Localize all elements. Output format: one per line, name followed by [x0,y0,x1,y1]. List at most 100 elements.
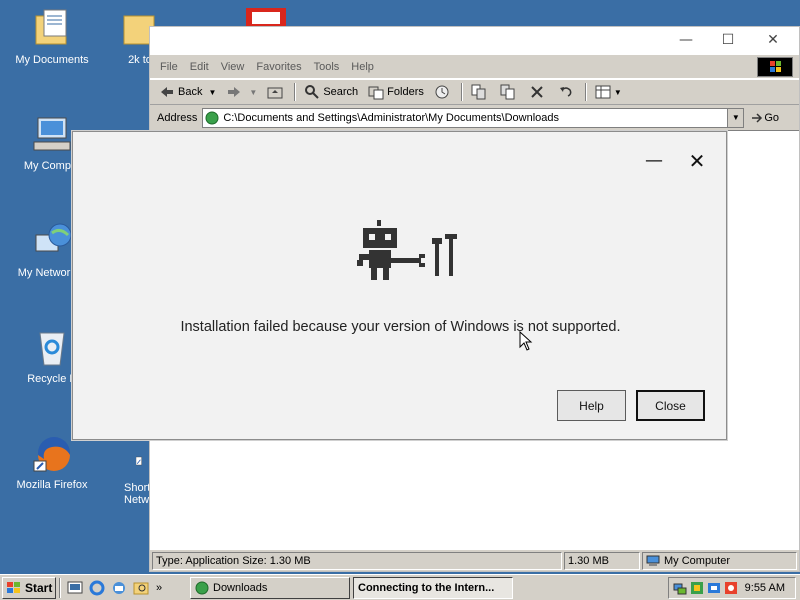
network-tray-icon[interactable] [673,581,687,595]
address-input[interactable]: C:\Documents and Settings\Administrator\… [202,107,745,128]
show-desktop-icon[interactable] [67,580,83,596]
move-to-icon [471,84,486,100]
quicklaunch-more-icon[interactable]: » [156,582,162,594]
copy-to-button[interactable] [495,81,524,103]
address-label: Address [157,111,198,124]
menu-tools[interactable]: Tools [308,61,346,73]
chevron-down-icon[interactable]: ▼ [249,88,257,97]
search-icon [305,85,320,99]
computer-icon [33,117,71,151]
title-bar: — ☐ ✕ [150,27,799,55]
error-message: Installation failed because your version… [180,319,621,335]
close-button[interactable]: Close [636,390,705,421]
recycle-bin-icon [39,332,65,366]
address-dropdown-button[interactable]: ▼ [727,108,744,127]
views-button[interactable]: ▼ [590,81,627,103]
status-bar: Type: Application Size: 1.30 MB 1.30 MB … [150,549,799,571]
status-zone-label: My Computer [664,554,731,567]
task-connecting[interactable]: Connecting to the Intern... [353,577,513,599]
folders-button[interactable]: Folders [363,81,429,103]
back-arrow-icon [161,87,173,97]
menu-bar: File Edit View Favorites Tools Help [150,55,799,79]
desktop-icon-label: Mozilla Firefox [16,479,88,491]
close-window-button[interactable]: ✕ [753,29,793,51]
go-arrow-icon [752,112,763,123]
quicklaunch-separator [59,577,61,598]
maximize-button[interactable]: ☐ [708,29,748,51]
windows-flag-icon [7,581,20,593]
search-files-icon[interactable] [133,580,149,596]
volume-tray-icon[interactable] [707,581,721,595]
toolbar: Back ▼ ▼ Search Folders ▼ [150,79,799,105]
menu-edit[interactable]: Edit [184,61,215,73]
desktop-icon-shortcut-network[interactable]: Short Netw [112,446,152,506]
task-label: Connecting to the Intern... [358,582,495,594]
task-label: Downloads [213,582,268,594]
history-button[interactable] [429,81,458,103]
address-value: C:\Documents and Settings\Administrator\… [223,111,559,124]
folders-label: Folders [387,86,424,98]
windows-logo-icon [757,57,793,77]
up-folder-icon [267,87,283,99]
internet-explorer-icon[interactable] [89,580,105,596]
start-label: Start [25,580,53,595]
back-button[interactable]: Back ▼ [154,81,221,103]
start-button[interactable]: Start [2,576,56,599]
menu-view[interactable]: View [215,61,251,73]
desktop-icon-label-line2: Netw [124,494,150,506]
desktop-icon-my-documents[interactable]: My Documents [7,8,97,66]
move-to-button[interactable] [466,81,495,103]
menu-favorites[interactable]: Favorites [250,61,307,73]
task-downloads[interactable]: Downloads [190,577,350,599]
undo-button[interactable] [553,81,582,103]
search-button[interactable]: Search [299,81,363,103]
menu-file[interactable]: File [154,61,184,73]
installation-failed-dialog: — ✕ Installation failed because your ver… [72,131,727,440]
dialog-minimize-button[interactable]: — [644,152,664,172]
status-size: 1.30 MB [564,551,640,570]
system-tray: 9:55 AM [668,577,796,599]
app-logo-icon [246,8,286,28]
views-icon [595,85,611,99]
taskbar: Start » Downloads Connecting to the Inte… [0,574,800,600]
status-type-size: Type: Application Size: 1.30 MB [152,551,562,570]
go-label: Go [764,111,780,124]
desktop-icon-label: My Documents [15,54,89,66]
chevron-down-icon[interactable]: ▼ [208,88,216,97]
forward-arrow-icon [228,87,241,97]
folder-documents-icon [35,9,67,45]
menu-help[interactable]: Help [345,61,380,73]
dialog-close-icon[interactable]: ✕ [687,151,707,172]
folder-globe-icon [195,581,209,595]
robot-with-tools-icon [357,220,457,280]
copy-to-icon [500,84,515,100]
search-label: Search [323,86,359,98]
security-tray-icon[interactable] [690,581,704,595]
outlook-express-icon[interactable] [111,580,127,596]
firefox-icon [33,437,70,472]
my-computer-icon [646,555,660,566]
forward-button[interactable]: ▼ [221,81,262,103]
desktop-icon-firefox[interactable]: Mozilla Firefox [7,433,97,491]
status-zone: My Computer [642,551,797,570]
back-label: Back [178,86,203,98]
toolbar-separator [294,83,297,101]
folders-icon [368,86,384,100]
address-bar: Address C:\Documents and Settings\Admini… [150,105,799,131]
minimize-button[interactable]: — [666,29,706,51]
mouse-cursor-icon [519,331,533,351]
delete-button[interactable] [524,81,553,103]
help-button[interactable]: Help [557,390,626,421]
desktop-icon-label: Short [124,482,151,494]
toolbar-separator [584,83,587,101]
delete-icon [531,86,543,98]
clock[interactable]: 9:55 AM [745,582,785,594]
go-button[interactable]: Go [750,111,779,125]
toolbar-separator [460,83,463,101]
app-tray-icon[interactable] [724,581,738,595]
up-folder-button[interactable] [262,81,291,103]
chevron-down-icon[interactable]: ▼ [614,88,622,97]
network-icon [35,223,72,252]
folder-globe-icon [205,111,219,124]
undo-icon [559,87,572,97]
